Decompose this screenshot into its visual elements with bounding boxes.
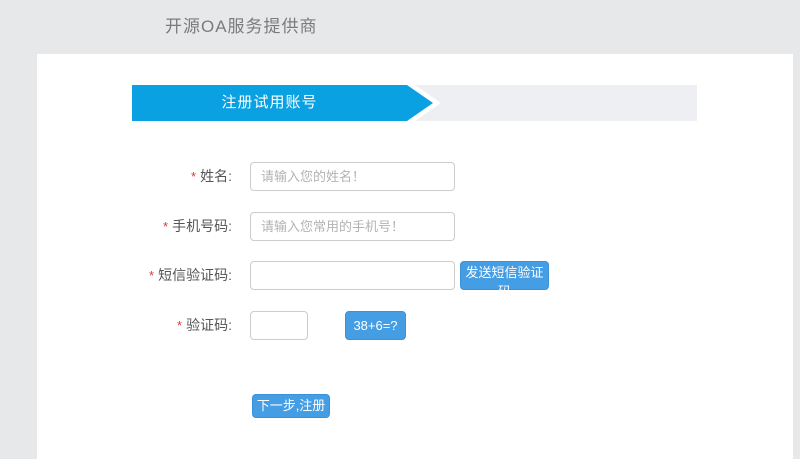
form-row-phone: * 手机号码: (37, 212, 793, 241)
required-asterisk: * (177, 318, 183, 333)
submit-register-button[interactable]: 下一步,注册 (252, 394, 330, 418)
section-banner: 注册试用账号 (132, 85, 697, 121)
phone-label: * 手机号码: (163, 218, 232, 234)
form-row-captcha: * 验证码: 38+6=? (37, 311, 793, 340)
registration-card: 注册试用账号 *姓名: *手机号码: *短信验证码: 发送短信验证码 *验证码:… (37, 54, 793, 459)
name-input[interactable] (250, 162, 455, 191)
send-sms-code-button[interactable]: 发送短信验证码 (460, 261, 549, 299)
site-header: 开源OA服务提供商 (0, 0, 800, 54)
banner-arrow-icon (407, 85, 441, 121)
sms-code-input[interactable] (250, 261, 455, 290)
required-asterisk: * (191, 169, 197, 184)
captcha-label: * 验证码: (177, 317, 232, 333)
required-asterisk: * (163, 219, 169, 234)
captcha-input[interactable] (250, 311, 308, 340)
required-asterisk: * (149, 268, 155, 283)
section-banner-ribbon: 注册试用账号 (132, 85, 407, 121)
form-row-sms-code: * 短信验证码: 发送短信验证码 (37, 261, 793, 299)
captcha-question-button[interactable]: 38+6=? (345, 311, 406, 340)
sms-code-label: * 短信验证码: (149, 267, 232, 283)
phone-input[interactable] (250, 212, 455, 241)
form-row-name: * 姓名: (37, 162, 793, 191)
brand-title: 开源OA服务提供商 (165, 17, 318, 36)
name-label: * 姓名: (191, 168, 232, 184)
section-title: 注册试用账号 (221, 94, 318, 111)
